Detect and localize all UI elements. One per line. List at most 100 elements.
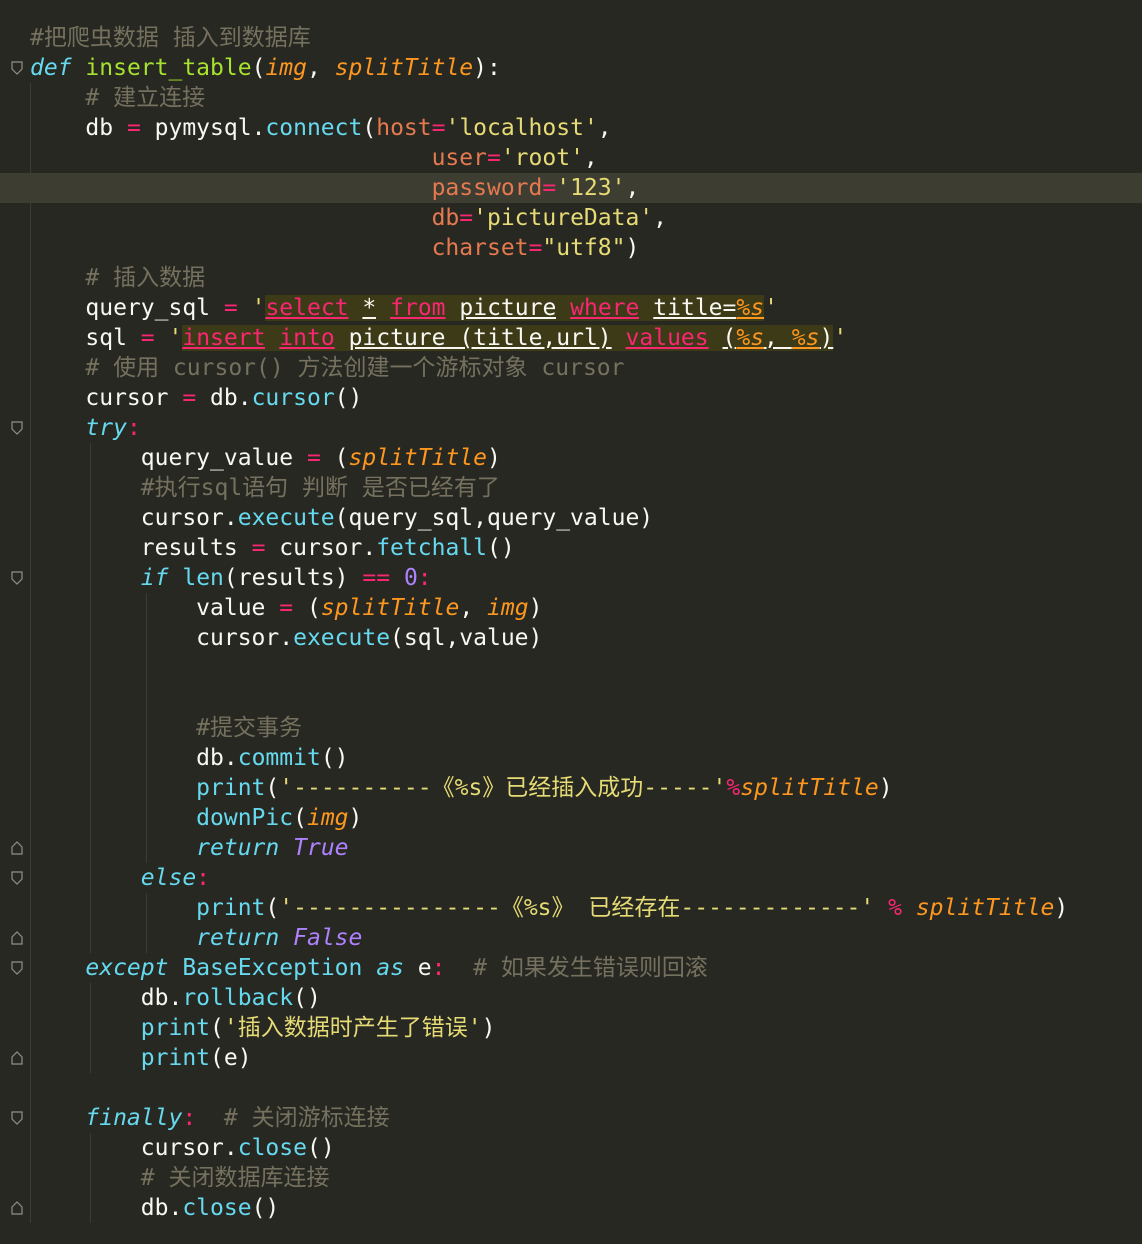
code-token [445, 295, 460, 321]
code-token: ) [528, 595, 543, 621]
code-line[interactable]: query_value = (splitTitle) [0, 443, 1142, 473]
code-token: ) [878, 775, 893, 801]
code-line[interactable]: value = (splitTitle, img) [0, 593, 1142, 623]
code-text: db='pictureData', [30, 203, 667, 233]
code-token: # 建立连接 [85, 85, 206, 111]
code-token: db. [140, 1195, 183, 1221]
code-line[interactable]: cursor.execute(query_sql,query_value) [0, 503, 1142, 533]
fold-open-icon[interactable] [11, 961, 23, 975]
fold-open-icon[interactable] [11, 571, 23, 585]
fold-close-icon[interactable] [11, 841, 23, 855]
code-token: except [85, 955, 169, 981]
code-line[interactable]: charset="utf8") [0, 233, 1142, 263]
code-line[interactable]: if len(results) == 0: [0, 563, 1142, 593]
code-line[interactable]: user='root', [0, 143, 1142, 173]
code-token: * [362, 295, 377, 321]
code-line[interactable]: # 使用 cursor() 方法创建一个游标对象 cursor [0, 353, 1142, 383]
code-line[interactable]: print(e) [0, 1043, 1142, 1073]
code-line[interactable]: except BaseException as e: # 如果发生错误则回滚 [0, 953, 1142, 983]
fold-open-icon[interactable] [11, 871, 23, 885]
code-text: db.close() [30, 1193, 280, 1223]
code-token: = [251, 535, 266, 561]
code-line[interactable]: password='123', [0, 173, 1142, 203]
code-token: def [30, 55, 72, 81]
fold-close-icon[interactable] [11, 931, 23, 945]
code-token: img [487, 595, 529, 621]
code-line[interactable]: return True [0, 833, 1142, 863]
code-token: = [542, 175, 557, 201]
code-token: (results) [223, 565, 363, 591]
code-line[interactable]: db.commit() [0, 743, 1142, 773]
code-token: ' [764, 295, 778, 321]
fold-open-icon[interactable] [11, 421, 23, 435]
code-line[interactable]: finally: # 关闭游标连接 [0, 1103, 1142, 1133]
code-token: () [486, 535, 515, 561]
code-token: downPic [196, 805, 294, 831]
code-token: : [431, 955, 446, 981]
code-line[interactable] [0, 653, 1142, 683]
code-line[interactable]: sql = 'insert into picture (title,url) v… [0, 323, 1142, 353]
fold-close-icon[interactable] [11, 1201, 23, 1215]
code-line[interactable]: # 建立连接 [0, 83, 1142, 113]
code-line[interactable] [0, 683, 1142, 713]
code-line[interactable]: db='pictureData', [0, 203, 1142, 233]
code-token: commit [237, 745, 321, 771]
code-token: % [726, 775, 741, 801]
code-token: db [431, 205, 460, 231]
fold-open-icon[interactable] [11, 61, 23, 75]
code-line[interactable]: downPic(img) [0, 803, 1142, 833]
code-token: where [570, 295, 640, 321]
code-line[interactable]: print('插入数据时产生了错误') [0, 1013, 1142, 1043]
code-token: '---------------《%s》 已经存在-------------' [279, 895, 875, 921]
code-text: cursor = db.cursor() [30, 383, 362, 413]
code-token: %s [791, 325, 820, 351]
code-token: ( [722, 325, 737, 351]
code-token: print [140, 1015, 211, 1041]
code-line[interactable]: #把爬虫数据 插入到数据库 [0, 23, 1142, 53]
code-text: results = cursor.fetchall() [30, 533, 515, 563]
code-token: close [182, 1195, 252, 1221]
code-line[interactable]: results = cursor.fetchall() [0, 533, 1142, 563]
code-line[interactable]: cursor.close() [0, 1133, 1142, 1163]
code-line[interactable]: db.close() [0, 1193, 1142, 1223]
code-line[interactable]: print('----------《%s》已经插入成功-----'%splitT… [0, 773, 1142, 803]
code-line[interactable]: query_sql = 'select * from picture where… [0, 293, 1142, 323]
code-line[interactable]: return False [0, 923, 1142, 953]
code-line[interactable]: #提交事务 [0, 713, 1142, 743]
code-text: # 建立连接 [30, 83, 205, 113]
code-token: ( [320, 445, 349, 471]
code-token: into [279, 325, 335, 351]
code-token: len [182, 565, 224, 591]
code-token: : [417, 565, 432, 591]
code-text: query_value = (splitTitle) [30, 443, 501, 473]
code-line[interactable]: cursor.execute(sql,value) [0, 623, 1142, 653]
code-line[interactable] [0, 1073, 1142, 1103]
code-line[interactable]: #执行sql语句 判断 是否已经有了 [0, 473, 1142, 503]
fold-close-icon[interactable] [11, 1051, 23, 1065]
code-line[interactable]: try: [0, 413, 1142, 443]
code-token: img [306, 805, 349, 831]
code-line[interactable]: def insert_table(img, splitTitle): [0, 53, 1142, 83]
fold-open-icon[interactable] [11, 1111, 23, 1125]
code-token: from [390, 295, 446, 321]
code-token: if [140, 565, 169, 591]
code-token: = [486, 145, 501, 171]
code-line[interactable]: db.rollback() [0, 983, 1142, 1013]
code-line[interactable]: # 关闭数据库连接 [0, 1163, 1142, 1193]
code-line[interactable]: else: [0, 863, 1142, 893]
code-token: True [293, 835, 349, 861]
code-token: splitTitle [334, 55, 474, 81]
code-line[interactable]: db = pymysql.connect(host='localhost', [0, 113, 1142, 143]
code-line[interactable]: print('---------------《%s》 已经存在---------… [0, 893, 1142, 923]
code-line[interactable]: cursor = db.cursor() [0, 383, 1142, 413]
code-token: as [376, 955, 404, 981]
code-token [556, 295, 571, 321]
code-text: print('----------《%s》已经插入成功-----'%splitT… [30, 773, 893, 803]
code-editor[interactable]: #把爬虫数据 插入到数据库 def insert_table(img, split… [0, 0, 1142, 1244]
code-line[interactable]: # 插入数据 [0, 263, 1142, 293]
